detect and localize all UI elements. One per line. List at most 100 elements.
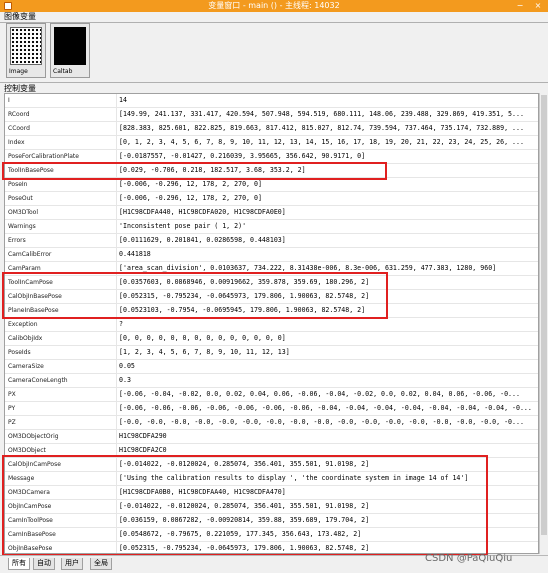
- variable-name: CamInBasePose: [8, 531, 56, 538]
- control-variable-table[interactable]: I 14 RCoord [149.99, 241.137, 331.417, 420.…: [4, 93, 539, 554]
- table-row[interactable]: PoseForCalibrationPlate [-0.0187557, -0.0…: [5, 150, 538, 164]
- table-row[interactable]: OM3DCamera [H1C98CDFA0B0, H1C98CDFAA40, H…: [5, 486, 538, 500]
- column-divider: [116, 542, 117, 553]
- variable-value[interactable]: ['Using the calibration results to displ…: [119, 472, 535, 485]
- variable-name: PY: [8, 405, 16, 412]
- tab-auto[interactable]: 自动: [33, 558, 55, 570]
- table-row[interactable]: Index [0, 1, 2, 3, 4, 5, 6, 7, 8, 9, 10, …: [5, 136, 538, 150]
- table-row[interactable]: OM3DObjectOrig H1C98CDFA290: [5, 430, 538, 444]
- scrollbar-thumb[interactable]: [541, 95, 547, 535]
- variable-value[interactable]: [0, 1, 2, 3, 4, 5, 6, 7, 8, 9, 10, 11, 1…: [119, 136, 535, 149]
- variable-value[interactable]: [-0.0, -0.0, -0.0, -0.0, -0.0, -0.0, -0.…: [119, 416, 535, 429]
- variable-value[interactable]: [0, 0, 0, 0, 0, 0, 0, 0, 0, 0, 0, 0, 0, …: [119, 332, 535, 345]
- minimize-button[interactable]: −: [513, 1, 527, 11]
- variable-name: ToolInCamPose: [8, 279, 53, 286]
- tab-all[interactable]: 所有: [8, 558, 30, 570]
- table-row[interactable]: I 14: [5, 94, 538, 108]
- variable-value[interactable]: [0.0523103, -0.7954, -0.0695945, 179.806…: [119, 304, 535, 317]
- column-divider: [116, 318, 117, 331]
- table-row[interactable]: CCoord [828.383, 825.601, 822.825, 819.66…: [5, 122, 538, 136]
- column-divider: [116, 304, 117, 317]
- column-divider: [116, 346, 117, 359]
- table-row[interactable]: ToolInBasePose [0.029, -0.706, 0.218, 182…: [5, 164, 538, 178]
- variable-name: CalObjInCamPose: [8, 461, 61, 468]
- variable-value[interactable]: [1, 2, 3, 4, 5, 6, 7, 8, 9, 10, 11, 12, …: [119, 346, 535, 359]
- column-divider: [116, 290, 117, 303]
- variable-name: Message: [8, 475, 35, 482]
- tab-global[interactable]: 全局: [90, 558, 112, 570]
- table-row[interactable]: PoseIds [1, 2, 3, 4, 5, 6, 7, 8, 9, 10, 1…: [5, 346, 538, 360]
- variable-value[interactable]: ?: [119, 318, 535, 331]
- variable-value[interactable]: [H1C98CDFA440, H1C98CDFA020, H1C98CDFA0E…: [119, 206, 535, 219]
- table-row[interactable]: CalObjInCamPose [-0.014022, -0.0120024, 0…: [5, 458, 538, 472]
- variable-value[interactable]: [-0.006, -0.296, 12, 178, 2, 270, 0]: [119, 192, 535, 205]
- variable-value[interactable]: [0.052315, -0.795234, -0.0645973, 179.80…: [119, 290, 535, 303]
- table-row[interactable]: OM3DObject H1C98CDFA2C0: [5, 444, 538, 458]
- table-row[interactable]: Errors [0.0111629, 0.201841, 0.0286598, 0…: [5, 234, 538, 248]
- variable-value[interactable]: [0.0357603, 0.0868946, 0.00919662, 359.8…: [119, 276, 535, 289]
- table-row[interactable]: CalObjInBasePose [0.052315, -0.795234, -0…: [5, 290, 538, 304]
- table-row[interactable]: PoseIn [-0.006, -0.296, 12, 178, 2, 270, …: [5, 178, 538, 192]
- table-row[interactable]: PZ [-0.0, -0.0, -0.0, -0.0, -0.0, -0.0, -…: [5, 416, 538, 430]
- tab-user[interactable]: 用户: [61, 558, 83, 570]
- variable-value[interactable]: 0.05: [119, 360, 535, 373]
- vertical-scrollbar[interactable]: [539, 93, 547, 554]
- variable-value[interactable]: [-0.014022, -0.0120024, 0.285074, 356.40…: [119, 500, 535, 513]
- variable-value[interactable]: H1C98CDFA2C0: [119, 444, 535, 457]
- table-row[interactable]: Exception?: [5, 318, 538, 332]
- table-row[interactable]: Message ['Using the calibration results t…: [5, 472, 538, 486]
- column-divider: [116, 220, 117, 233]
- table-row[interactable]: PoseOut [-0.006, -0.296, 12, 178, 2, 270,…: [5, 192, 538, 206]
- variable-value[interactable]: 0.3: [119, 374, 535, 387]
- variable-value[interactable]: [-0.0187557, -0.01427, 0.216039, 3.95665…: [119, 150, 535, 163]
- column-divider: [116, 374, 117, 387]
- variable-name: Exception: [8, 321, 38, 328]
- table-row[interactable]: PlaneInBasePose [0.0523103, -0.7954, -0.0…: [5, 304, 538, 318]
- variable-name: ToolInBasePose: [8, 167, 54, 174]
- table-row[interactable]: Warnings 'Inconsistent pose pair ( 1, 2)': [5, 220, 538, 234]
- column-divider: [116, 248, 117, 261]
- column-divider: [116, 402, 117, 415]
- table-row[interactable]: OM3DTool [H1C98CDFA440, H1C98CDFA020, H1C…: [5, 206, 538, 220]
- variable-value[interactable]: [-0.06, -0.04, -0.02, 0.0, 0.02, 0.04, 0…: [119, 388, 535, 401]
- close-button[interactable]: ×: [531, 1, 545, 11]
- variable-value[interactable]: 0.441818: [119, 248, 535, 261]
- variable-value[interactable]: [149.99, 241.137, 331.417, 420.594, 507.…: [119, 108, 535, 121]
- table-row[interactable]: CamInToolPose [0.036159, 0.0867282, -0.00…: [5, 514, 538, 528]
- variable-name: CCoord: [8, 125, 30, 132]
- table-row[interactable]: CameraSize 0.05: [5, 360, 538, 374]
- table-row[interactable]: CalibObjIdx [0, 0, 0, 0, 0, 0, 0, 0, 0, 0…: [5, 332, 538, 346]
- variable-value[interactable]: [H1C98CDFA0B0, H1C98CDFAA40, H1C98CDFA47…: [119, 486, 535, 499]
- variable-value[interactable]: 14: [119, 94, 535, 107]
- variable-value[interactable]: [-0.014022, -0.0120024, 0.285074, 356.40…: [119, 458, 535, 471]
- table-row[interactable]: RCoord [149.99, 241.137, 331.417, 420.594…: [5, 108, 538, 122]
- variable-value[interactable]: [828.383, 825.601, 822.825, 819.663, 817…: [119, 122, 535, 135]
- table-row[interactable]: CamCalibError 0.441818: [5, 248, 538, 262]
- table-row[interactable]: ToolInCamPose [0.0357603, 0.0868946, 0.00…: [5, 276, 538, 290]
- window-titlebar: 变量窗口 - main () - 主线程: 14032 − ×: [0, 0, 548, 12]
- variable-value[interactable]: [-0.06, -0.06, -0.06, -0.06, -0.06, -0.0…: [119, 402, 535, 415]
- caltab-thumbnail[interactable]: Caltab: [50, 23, 90, 78]
- variable-value[interactable]: H1C98CDFA290: [119, 430, 535, 443]
- column-divider: [116, 206, 117, 219]
- table-row[interactable]: PY [-0.06, -0.06, -0.06, -0.06, -0.06, -0…: [5, 402, 538, 416]
- table-row[interactable]: PX [-0.06, -0.04, -0.02, 0.0, 0.02, 0.04,…: [5, 388, 538, 402]
- variable-value[interactable]: [0.0548672, -0.79675, 0.221059, 177.345,…: [119, 528, 535, 541]
- table-row[interactable]: CameraConeLength 0.3: [5, 374, 538, 388]
- variable-value[interactable]: [0.0111629, 0.201841, 0.0286598, 0.44810…: [119, 234, 535, 247]
- column-divider: [116, 514, 117, 527]
- image-thumbnail[interactable]: Image: [6, 23, 46, 78]
- variable-name: PoseIn: [8, 181, 28, 188]
- variable-value[interactable]: [0.029, -0.706, 0.218, 182.517, 3.68, 35…: [119, 164, 535, 177]
- variable-value[interactable]: [0.036159, 0.0867282, -0.00920814, 359.8…: [119, 514, 535, 527]
- variable-value[interactable]: [-0.006, -0.296, 12, 178, 2, 270, 0]: [119, 178, 535, 191]
- column-divider: [116, 360, 117, 373]
- variable-name: I: [8, 97, 10, 104]
- column-divider: [116, 262, 117, 275]
- variable-value[interactable]: ['area_scan_division', 0.0103637, 734.22…: [119, 262, 535, 275]
- variable-value[interactable]: 'Inconsistent pose pair ( 1, 2)': [119, 220, 535, 233]
- table-row[interactable]: ObjInCamPose [-0.014022, -0.0120024, 0.28…: [5, 500, 538, 514]
- table-row[interactable]: CamInBasePose [0.0548672, -0.79675, 0.221…: [5, 528, 538, 542]
- table-row[interactable]: CamParam ['area_scan_division', 0.0103637…: [5, 262, 538, 276]
- column-divider: [116, 528, 117, 541]
